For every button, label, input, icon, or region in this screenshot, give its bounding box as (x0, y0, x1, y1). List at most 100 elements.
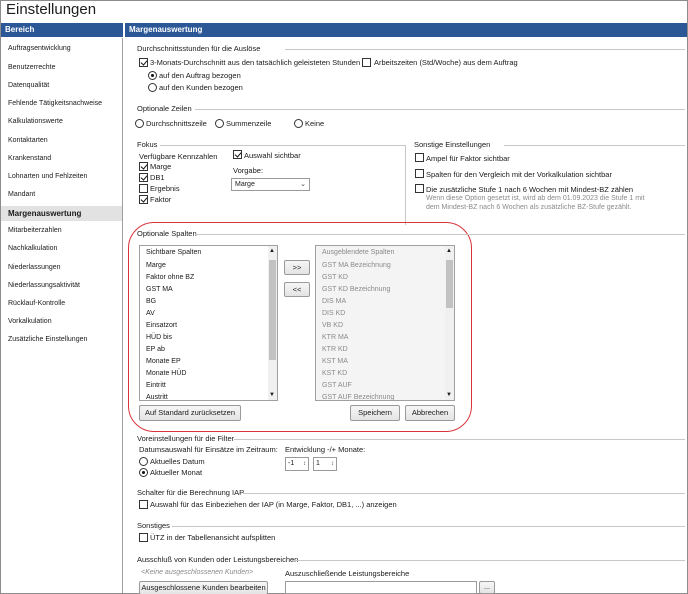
list-item[interactable]: KST KD (322, 370, 347, 377)
aktuelles-datum-label: Aktuelles Datum (150, 457, 205, 466)
move-right-button[interactable]: >> (284, 260, 310, 275)
chevron-down-icon: ⌄ (300, 181, 306, 188)
sidebar-item-mitarbeiterzahlen[interactable]: Mitarbeiterzahlen (8, 227, 62, 234)
divider (405, 145, 406, 225)
ampel-checkbox[interactable] (415, 153, 424, 162)
stufe1-note-line2: dem Mindest-BZ nach 6 Wochen als zusätzl… (426, 204, 632, 211)
iap-label: Schalter für die Berechnung IAP (137, 488, 245, 497)
auftrag-bezogen-radio[interactable] (148, 71, 157, 80)
vorgabe-select[interactable]: Marge ⌄ (231, 178, 310, 191)
auswahl-sichtbar-checkbox[interactable] (233, 150, 242, 159)
scroll-up-icon[interactable]: ▲ (446, 248, 452, 254)
list-item[interactable]: DIS MA (322, 298, 346, 305)
faktor-checkbox[interactable] (139, 195, 148, 204)
kennzahlen-label: Verfügbare Kennzahlen (139, 152, 218, 161)
db1-checkbox[interactable] (139, 173, 148, 182)
durchschnittszeile-radio[interactable] (135, 119, 144, 128)
edit-excluded-customers-button[interactable]: Ausgeschlossene Kunden bearbeiten (139, 581, 268, 594)
scroll-down-icon[interactable]: ▼ (269, 392, 275, 398)
divider (195, 109, 685, 110)
kunden-bezogen-radio[interactable] (148, 83, 157, 92)
marge-label: Marge (150, 162, 172, 171)
sidebar-item-mandant[interactable]: Mandant (8, 191, 35, 198)
save-button[interactable]: Speichern (350, 405, 400, 421)
scroll-thumb[interactable] (446, 260, 453, 308)
minus-months-stepper[interactable]: -1 ↕ (285, 457, 309, 471)
plus-months-stepper[interactable]: 1 ↕ (313, 457, 337, 471)
durchschnitt-label: Durchschnittsstunden für die Auslöse (137, 44, 261, 53)
visible-columns-scrollbar[interactable]: ▲ ▼ (268, 246, 277, 400)
leistungsbereiche-browse-button[interactable]: ... (479, 581, 495, 594)
hidden-columns-list[interactable]: Ausgeblendete Spalten GST MA Bezeichnung… (315, 245, 455, 401)
marge-checkbox[interactable] (139, 162, 148, 171)
list-item[interactable]: Eintritt (146, 382, 166, 389)
list-item[interactable]: GST AUF Bezeichnung (322, 394, 394, 400)
aktuelles-datum-radio[interactable] (139, 457, 148, 466)
sidebar-item-niederlassungen[interactable]: Niederlassungen (8, 264, 61, 271)
stufe1-checkbox[interactable] (415, 184, 424, 193)
stepper-arrows-icon[interactable]: ↕ (331, 458, 334, 470)
cancel-button[interactable]: Abbrechen (405, 405, 455, 421)
list-item[interactable]: Faktor ohne BZ (146, 274, 194, 281)
scroll-thumb[interactable] (269, 260, 276, 360)
summenzeile-radio[interactable] (215, 119, 224, 128)
durchschnitt-3monats-checkbox[interactable] (139, 58, 148, 67)
list-item[interactable]: Einsatzort (146, 322, 177, 329)
sidebar-item-vorkalkulation[interactable]: Vorkalkulation (8, 318, 52, 325)
list-item[interactable]: VB KD (322, 322, 343, 329)
sidebar-item-niederlassungsaktivitaet[interactable]: Niederlassungsaktivität (8, 282, 80, 289)
list-item[interactable]: AV (146, 310, 155, 317)
stepper-arrows-icon[interactable]: ↕ (303, 458, 306, 470)
list-item[interactable]: Marge (146, 262, 166, 269)
scroll-up-icon[interactable]: ▲ (269, 248, 275, 254)
list-item[interactable]: GST MA (146, 286, 173, 293)
vorkalkulation-vergleich-label: Spalten für den Vergleich mit der Vorkal… (426, 170, 612, 179)
arbeitszeiten-checkbox[interactable] (362, 58, 371, 67)
list-item[interactable]: KTR KD (322, 346, 348, 353)
sidebar-item-benutzerrechte[interactable]: Benutzerrechte (8, 64, 55, 71)
list-item[interactable]: BG (146, 298, 156, 305)
sidebar-item-ruecklauf-kontrolle[interactable]: Rücklauf-Kontrolle (8, 300, 65, 307)
sidebar-item-margenauswertung[interactable]: Margenauswertung (1, 206, 122, 221)
iap-checkbox[interactable] (139, 500, 148, 509)
sonstiges-label: Sonstiges (137, 521, 170, 530)
keine-radio[interactable] (294, 119, 303, 128)
list-item[interactable]: EP ab (146, 346, 165, 353)
list-item[interactable]: Monate EP (146, 358, 181, 365)
sidebar-item-fehlende-taetigkeitsnachweise[interactable]: Fehlende Tätigkeitsnachweise (8, 100, 102, 107)
hidden-columns-scrollbar[interactable]: ▲ ▼ (445, 246, 454, 400)
list-item[interactable]: Austritt (146, 394, 168, 400)
scroll-down-icon[interactable]: ▼ (446, 392, 452, 398)
vorkalkulation-vergleich-checkbox[interactable] (415, 169, 424, 178)
vorgabe-label: Vorgabe: (233, 166, 264, 175)
sidebar-item-krankenstand[interactable]: Krankenstand (8, 155, 51, 162)
visible-columns-list[interactable]: Sichtbare Spalten Marge Faktor ohne BZ G… (139, 245, 278, 401)
list-item[interactable]: GST KD Bezeichnung (322, 286, 390, 293)
list-item[interactable]: KST MA (322, 358, 348, 365)
sidebar-item-datenqualitaet[interactable]: Datenqualität (8, 82, 49, 89)
sidebar-item-kontaktarten[interactable]: Kontaktarten (8, 137, 48, 144)
list-item[interactable]: HÜD bis (146, 334, 172, 341)
list-item[interactable]: KTR MA (322, 334, 348, 341)
list-item[interactable]: GST AUF (322, 382, 352, 389)
move-left-button[interactable]: << (284, 282, 310, 297)
sidebar-item-zusaetzliche-einstellungen[interactable]: Zusätzliche Einstellungen (8, 336, 87, 343)
list-item[interactable]: GST MA Bezeichnung (322, 262, 391, 269)
list-item[interactable]: GST KD (322, 274, 348, 281)
sidebar-item-nachkalkulation[interactable]: Nachkalkulation (8, 245, 57, 252)
db1-label: DB1 (150, 173, 165, 182)
iap-checkbox-label: Auswahl für das Einbeziehen der IAP (in … (150, 500, 397, 509)
optionale-zeilen-label: Optionale Zeilen (137, 104, 192, 113)
sidebar-item-kalkulationswerte[interactable]: Kalkulationswerte (8, 118, 63, 125)
main-header: Margenauswertung (125, 23, 687, 37)
sidebar-item-auftragsentwicklung[interactable]: Auftragsentwicklung (8, 45, 71, 52)
sidebar-item-lohnarten[interactable]: Lohnarten und Fehlzeiten (8, 173, 87, 180)
durchschnittszeile-label: Durchschnittszeile (146, 119, 207, 128)
list-item[interactable]: Monate HÜD (146, 370, 186, 377)
aktueller-monat-radio[interactable] (139, 468, 148, 477)
uetz-checkbox[interactable] (139, 533, 148, 542)
list-item[interactable]: DIS KD (322, 310, 345, 317)
reset-to-default-button[interactable]: Auf Standard zurücksetzen (139, 405, 241, 421)
leistungsbereiche-input[interactable] (285, 581, 477, 594)
ergebnis-checkbox[interactable] (139, 184, 148, 193)
